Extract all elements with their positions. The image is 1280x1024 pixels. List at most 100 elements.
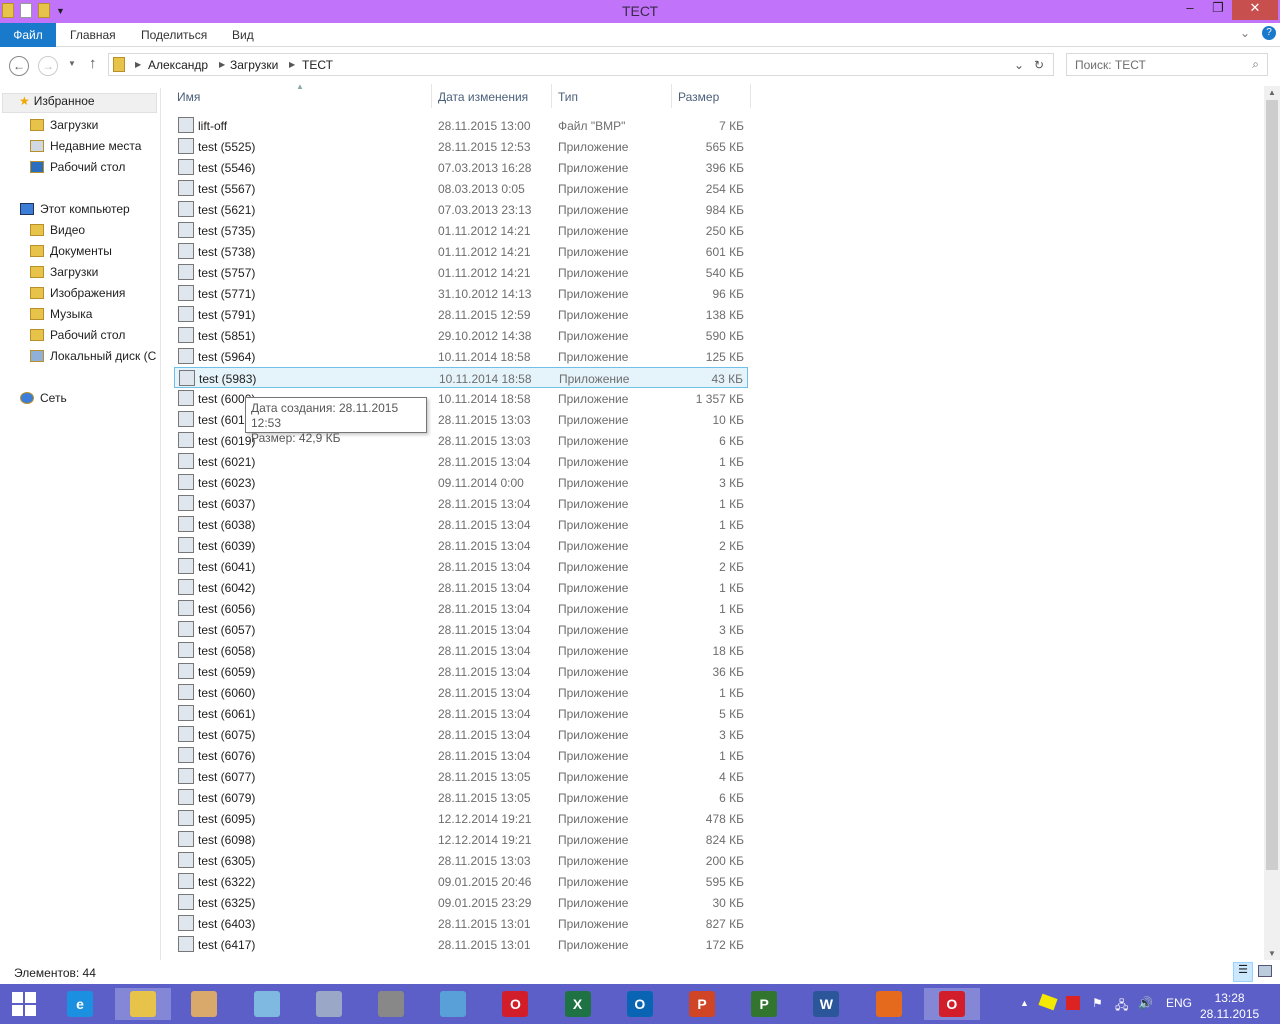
taskbar-paint-button[interactable] — [184, 988, 224, 1020]
nav-local-disk[interactable]: Локальный диск (C — [30, 349, 156, 363]
file-row[interactable]: test (5546) 07.03.2013 16:28 Приложение 396… — [174, 157, 748, 178]
file-row[interactable]: test (5983) 10.11.2014 18:58 Приложение 43 … — [174, 367, 748, 388]
file-row[interactable]: test (6322) 09.01.2015 20:46 Приложение 595… — [174, 871, 748, 892]
file-row[interactable]: test (5525) 28.11.2015 12:53 Приложение 565… — [174, 136, 748, 157]
show-hidden-icons[interactable]: ▲ — [1020, 998, 1029, 1008]
file-row[interactable]: test (6076) 28.11.2015 13:04 Приложение 1 К… — [174, 745, 748, 766]
column-divider[interactable] — [750, 84, 751, 108]
nav-fav-downloads[interactable]: Загрузки — [30, 118, 98, 132]
file-row[interactable]: test (5567) 08.03.2013 0:05 Приложение 254 … — [174, 178, 748, 199]
file-row[interactable]: test (6041) 28.11.2015 13:04 Приложение 2 К… — [174, 556, 748, 577]
nav-music[interactable]: Музыка — [30, 307, 92, 321]
address-bar[interactable]: ▶ Александр ▶ Загрузки ▶ ТЕСТ ⌄ ↻ — [108, 53, 1054, 76]
taskbar-opera-active-button[interactable]: O — [923, 988, 980, 1020]
volume-icon[interactable]: 🔊 — [1138, 996, 1153, 1010]
file-row[interactable]: test (6038) 28.11.2015 13:04 Приложение 1 К… — [174, 514, 748, 535]
nav-downloads[interactable]: Загрузки — [30, 265, 98, 279]
file-row[interactable]: test (5738) 01.11.2012 14:21 Приложение 601… — [174, 241, 748, 262]
nav-desktop[interactable]: Рабочий стол — [30, 328, 125, 342]
action-center-icon[interactable]: ⚑ — [1092, 996, 1103, 1010]
breadcrumb-alexander[interactable]: Александр — [148, 58, 208, 72]
file-row[interactable]: test (5791) 28.11.2015 12:59 Приложение 138… — [174, 304, 748, 325]
column-header-type[interactable]: Тип — [558, 90, 578, 104]
nav-this-pc[interactable]: Этот компьютер — [20, 202, 130, 216]
file-row[interactable]: test (5757) 01.11.2012 14:21 Приложение 540… — [174, 262, 748, 283]
file-row[interactable]: test (6060) 28.11.2015 13:04 Приложение 1 К… — [174, 682, 748, 703]
tab-file[interactable]: Файл — [0, 23, 56, 47]
column-divider[interactable] — [431, 84, 432, 108]
file-row[interactable]: test (6403) 28.11.2015 13:01 Приложение 827… — [174, 913, 748, 934]
forward-button[interactable]: → — [38, 56, 58, 76]
breadcrumb-test[interactable]: ТЕСТ — [302, 58, 333, 72]
column-divider[interactable] — [551, 84, 552, 108]
file-row[interactable]: test (6095) 12.12.2014 19:21 Приложение 478… — [174, 808, 748, 829]
minimize-button[interactable]: – — [1176, 0, 1204, 20]
file-row[interactable]: test (6056) 28.11.2015 13:04 Приложение 1 К… — [174, 598, 748, 619]
taskbar-excel-button[interactable]: X — [558, 988, 598, 1020]
large-icons-view-button[interactable] — [1258, 965, 1272, 977]
scroll-down-icon[interactable]: ▼ — [1268, 949, 1276, 958]
taskbar-explorer-button[interactable] — [115, 988, 172, 1020]
ribbon-expand-icon[interactable]: ⌄ — [1240, 26, 1250, 40]
start-button[interactable] — [4, 988, 44, 1020]
nav-recent-places[interactable]: Недавние места — [30, 139, 141, 153]
taskbar-outlook-button[interactable]: O — [620, 988, 660, 1020]
nav-fav-desktop[interactable]: Рабочий стол — [30, 160, 125, 174]
tray-app-icon[interactable] — [1038, 993, 1058, 1011]
details-view-button[interactable]: ☰ — [1233, 962, 1253, 982]
language-indicator[interactable]: ENG — [1166, 996, 1192, 1010]
nav-documents[interactable]: Документы — [30, 244, 112, 258]
file-row[interactable]: test (6042) 28.11.2015 13:04 Приложение 1 К… — [174, 577, 748, 598]
maximize-button[interactable]: ❐ — [1204, 0, 1232, 20]
refresh-icon[interactable]: ↻ — [1034, 58, 1044, 72]
column-header-size[interactable]: Размер — [678, 90, 719, 104]
file-row[interactable]: test (6058) 28.11.2015 13:04 Приложение 18 … — [174, 640, 748, 661]
nav-videos[interactable]: Видео — [30, 223, 85, 237]
tab-share[interactable]: Поделиться — [141, 28, 207, 42]
file-row[interactable]: test (6037) 28.11.2015 13:04 Приложение 1 К… — [174, 493, 748, 514]
taskbar-calc-button[interactable] — [371, 988, 411, 1020]
column-divider[interactable] — [671, 84, 672, 108]
kaspersky-icon[interactable] — [1066, 996, 1080, 1010]
file-row[interactable]: test (5851) 29.10.2012 14:38 Приложение 590… — [174, 325, 748, 346]
close-button[interactable]: ✕ — [1232, 0, 1278, 20]
file-row[interactable]: test (6039) 28.11.2015 13:04 Приложение 2 К… — [174, 535, 748, 556]
network-status-icon[interactable]: 🖧 — [1115, 996, 1128, 1017]
taskbar-opera-button[interactable]: O — [495, 988, 535, 1020]
recent-locations-icon[interactable]: ▼ — [68, 59, 76, 68]
scroll-up-icon[interactable]: ▲ — [1268, 88, 1276, 97]
file-row[interactable]: lift-off 28.11.2015 13:00 Файл "BMP" 7 КБ — [174, 115, 748, 136]
help-icon[interactable]: ? — [1262, 26, 1276, 40]
column-header-date[interactable]: Дата изменения — [438, 90, 528, 104]
taskbar-notepad-button[interactable] — [247, 988, 287, 1020]
taskbar-taskmgr-button[interactable] — [309, 988, 349, 1020]
back-button[interactable]: ← — [9, 56, 29, 76]
taskbar-firefox-button[interactable] — [869, 988, 909, 1020]
file-row[interactable]: test (5964) 10.11.2014 18:58 Приложение 125… — [174, 346, 748, 367]
file-row[interactable]: test (6061) 28.11.2015 13:04 Приложение 5 К… — [174, 703, 748, 724]
up-button[interactable]: ↑ — [89, 55, 97, 72]
file-row[interactable]: test (6305) 28.11.2015 13:03 Приложение 200… — [174, 850, 748, 871]
file-row[interactable]: test (6075) 28.11.2015 13:04 Приложение 3 К… — [174, 724, 748, 745]
nav-network[interactable]: Сеть — [20, 391, 67, 405]
tab-view[interactable]: Вид — [232, 28, 254, 42]
tab-home[interactable]: Главная — [70, 28, 116, 42]
file-row[interactable]: test (6023) 09.11.2014 0:00 Приложение 3 КБ — [174, 472, 748, 493]
file-row[interactable]: test (6057) 28.11.2015 13:04 Приложение 3 К… — [174, 619, 748, 640]
nav-pictures[interactable]: Изображения — [30, 286, 125, 300]
file-row[interactable]: test (5735) 01.11.2012 14:21 Приложение 250… — [174, 220, 748, 241]
address-dropdown-icon[interactable]: ⌄ — [1014, 58, 1024, 72]
file-row[interactable]: test (6021) 28.11.2015 13:04 Приложение 1 К… — [174, 451, 748, 472]
file-row[interactable]: test (6077) 28.11.2015 13:05 Приложение 4 К… — [174, 766, 748, 787]
taskbar-control-panel-button[interactable] — [433, 988, 473, 1020]
breadcrumb-downloads[interactable]: Загрузки — [230, 58, 278, 72]
taskbar-project-button[interactable]: P — [744, 988, 784, 1020]
file-row[interactable]: test (6325) 09.01.2015 23:29 Приложение 30 … — [174, 892, 748, 913]
pane-splitter[interactable] — [160, 88, 161, 960]
clock[interactable]: 13:28 28.11.2015 — [1200, 990, 1259, 1022]
column-header-name[interactable]: Имя — [177, 90, 200, 104]
file-row[interactable]: test (6417) 28.11.2015 13:01 Приложение 172… — [174, 934, 748, 955]
taskbar-ie-button[interactable]: e — [60, 988, 100, 1020]
file-row[interactable]: test (6079) 28.11.2015 13:05 Приложение 6 К… — [174, 787, 748, 808]
scrollbar-thumb[interactable] — [1266, 100, 1278, 870]
